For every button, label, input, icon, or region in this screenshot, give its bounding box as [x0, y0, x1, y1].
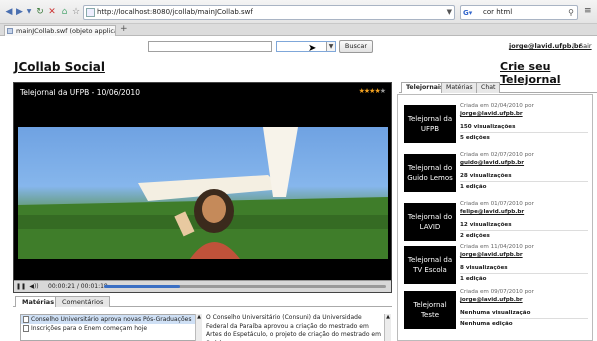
browser-tab-strip: mainJCollab.swf (objeto applica... + — [0, 24, 597, 36]
telejornal-thumbnail[interactable]: Telejornal do Guido Lemos — [404, 154, 456, 192]
logout-link[interactable]: Sair — [579, 42, 592, 50]
news-body-scrollbar[interactable]: ▲ — [384, 314, 391, 341]
news-list: Conselho Universitário aprova novas Pós-… — [20, 314, 202, 341]
video-frame[interactable] — [18, 127, 388, 259]
author-link[interactable]: guido@lavid.ufpb.br — [460, 159, 588, 167]
telejornal-thumbnail[interactable]: Telejornal do LAVID — [404, 203, 456, 241]
new-tab-button[interactable]: + — [120, 24, 128, 34]
volume-icon[interactable]: ◀)) — [28, 282, 40, 291]
telejornal-card[interactable]: Telejornal do LAVID Criada em 01/07/2010… — [404, 200, 588, 247]
telejornal-thumbnail[interactable]: Telejornal Teste — [404, 291, 456, 329]
video-progress-fill — [104, 285, 181, 288]
video-progress-bar[interactable] — [104, 285, 386, 288]
url-dropdown-icon[interactable]: ▼ — [447, 6, 452, 19]
document-icon — [23, 316, 29, 323]
created-text: Criada em 11/04/2010 por — [460, 244, 534, 250]
bookmark-icon[interactable]: ☆ — [71, 6, 81, 18]
views-count: 8 visualizações — [460, 265, 508, 271]
created-text: Criada em 02/04/2010 por — [460, 103, 534, 109]
telejornal-card[interactable]: Telejornal da TV Escola Criada em 11/04/… — [404, 243, 588, 290]
editions-count: Nenhuma edição — [460, 321, 513, 327]
scroll-up-icon[interactable]: ▲ — [385, 314, 391, 320]
document-icon — [7, 28, 13, 34]
document-icon — [23, 325, 29, 332]
editions-count: 1 edição — [460, 276, 487, 282]
tab-comentarios[interactable]: Comentários — [55, 296, 111, 307]
video-controls: ❚❚ ◀)) 00:00:21 / 00:01:18 — [14, 280, 391, 292]
pause-icon[interactable]: ❚❚ — [16, 282, 26, 291]
editions-count: 2 edições — [460, 233, 490, 239]
video-time: 00:00:21 / 00:01:18 — [48, 283, 108, 290]
video-title: Telejornal da UFPB - 10/06/2010 — [20, 88, 140, 97]
video-player: Telejornal da UFPB - 10/06/2010 ★★★★★ ❚❚… — [13, 82, 392, 293]
reload-icon[interactable]: ↻ — [35, 6, 45, 18]
list-item[interactable]: Inscrições para o Enem começam hoje — [21, 324, 201, 333]
back-arrow-icon[interactable]: ◀ — [4, 6, 14, 18]
telejornais-list: Telejornal da UFPB Criada em 02/04/2010 … — [397, 94, 593, 341]
mouse-cursor-icon: ➤ — [308, 43, 317, 54]
search-query-text: cor html — [483, 8, 513, 16]
browser-tab[interactable]: mainJCollab.swf (objeto applica... — [4, 25, 116, 36]
search-input[interactable] — [148, 41, 272, 52]
created-text: Criada em 02/07/2010 por — [460, 152, 534, 158]
telejornal-thumbnail[interactable]: Telejornal da UFPB — [404, 105, 456, 143]
chevron-down-icon[interactable]: ▼ — [326, 42, 335, 51]
telejornal-thumbnail[interactable]: Telejornal da TV Escola — [404, 246, 456, 284]
rating-stars[interactable]: ★★★★★ — [359, 87, 386, 95]
search-category-select[interactable]: ▼ — [276, 41, 336, 52]
video-scene — [18, 127, 388, 259]
author-link[interactable]: jorge@lavid.ufpb.br — [460, 296, 588, 304]
search-button[interactable]: Buscar — [339, 40, 373, 53]
views-count: Nenhuma visualização — [460, 310, 531, 316]
news-body: O Conselho Universitário (Consuni) da Un… — [206, 314, 381, 341]
author-link[interactable]: jorge@lavid.ufpb.br — [460, 251, 588, 259]
search-engine-icon[interactable]: G▾ — [463, 7, 472, 20]
telejornal-card[interactable]: Telejornal do Guido Lemos Criada em 02/0… — [404, 151, 588, 198]
home-icon[interactable]: ⌂ — [59, 6, 70, 18]
editions-count: 5 edições — [460, 135, 490, 141]
author-link[interactable]: jorge@lavid.ufpb.br — [460, 110, 588, 118]
site-favicon-icon — [86, 8, 95, 17]
views-count: 12 visualizações — [460, 222, 512, 228]
author-link[interactable]: felipe@lavid.ufpb.br — [460, 208, 588, 216]
sidebar-tabs: Telejornais Matérias Chat — [399, 82, 597, 93]
browser-search-box[interactable]: G▾ cor html ⚲ — [460, 5, 578, 20]
menu-icon[interactable]: ≡ — [584, 6, 592, 16]
browser-toolbar: ◀ ▶ ▼ ↻ ✕ ⌂ ☆ http://localhost:8080/jcol… — [0, 0, 597, 24]
created-text: Criada em 09/07/2010 por — [460, 289, 534, 295]
url-bar[interactable]: http://localhost:8080/jcollab/mainJColla… — [83, 5, 455, 20]
tab-materias-sidebar[interactable]: Matérias — [441, 82, 478, 93]
user-email-link[interactable]: jorge@lavid.ufpb.br — [509, 42, 582, 50]
tab-chat[interactable]: Chat — [476, 82, 501, 93]
app-title[interactable]: JCollab Social — [14, 60, 105, 74]
created-text: Criada em 01/07/2010 por — [460, 201, 534, 207]
content-tabs: Matérias Comentários — [13, 296, 392, 307]
news-title: Inscrições para o Enem começam hoje — [31, 325, 148, 332]
telejornal-card[interactable]: Telejornal da UFPB Criada em 02/04/2010 … — [404, 102, 588, 149]
scroll-up-icon[interactable]: ▲ — [196, 314, 202, 320]
stop-icon[interactable]: ✕ — [47, 6, 57, 18]
url-text: http://localhost:8080/jcollab/mainJColla… — [97, 8, 253, 16]
search-icon[interactable]: ⚲ — [568, 6, 574, 19]
header-separator: | — [572, 42, 575, 50]
news-title: Conselho Universitário aprova novas Pós-… — [31, 316, 192, 323]
star-icon[interactable]: ★ — [380, 87, 386, 95]
history-dropdown-icon[interactable]: ▼ — [25, 6, 33, 18]
news-list-scrollbar[interactable]: ▲ — [195, 314, 202, 341]
views-count: 28 visualizações — [460, 173, 512, 179]
telejornal-card[interactable]: Telejornal Teste Criada em 09/07/2010 po… — [404, 288, 588, 335]
forward-arrow-icon[interactable]: ▶ — [15, 6, 24, 18]
editions-count: 1 edição — [460, 184, 487, 190]
views-count: 150 visualizações — [460, 124, 516, 130]
tab-title: mainJCollab.swf (objeto applica... — [16, 27, 116, 35]
list-item[interactable]: Conselho Universitário aprova novas Pós-… — [21, 315, 201, 324]
